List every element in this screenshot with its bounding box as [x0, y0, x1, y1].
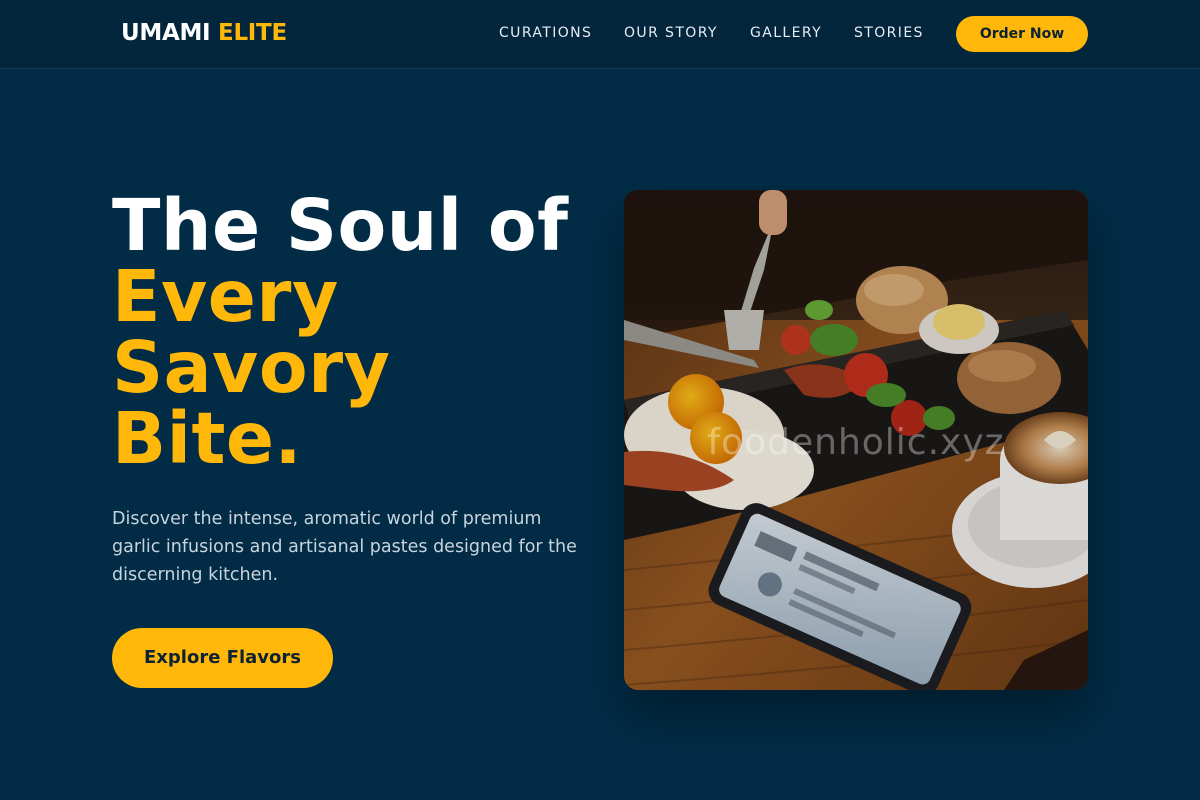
logo-text-primary: UMAMI — [121, 20, 211, 46]
hero-title-line-1: The Soul of — [112, 184, 569, 267]
navbar: UMAMI ELITE CURATIONS OUR STORY GALLERY … — [0, 0, 1200, 69]
hero-title-line-4: Bite. — [112, 397, 303, 480]
nav-link-gallery[interactable]: GALLERY — [750, 24, 822, 42]
hero-title-line-3: Savory — [112, 326, 391, 409]
logo-text-accent: ELITE — [218, 20, 287, 46]
nav-link-curations[interactable]: CURATIONS — [499, 24, 592, 42]
order-now-button[interactable]: Order Now — [956, 16, 1088, 52]
nav-link-stories[interactable]: STORIES — [854, 24, 924, 42]
logo[interactable]: UMAMI ELITE — [121, 18, 287, 48]
explore-flavors-button[interactable]: Explore Flavors — [112, 628, 333, 688]
hero-title-line-2: Every — [112, 255, 339, 338]
hero-title: The Soul of Every Savory Bite. — [112, 190, 592, 474]
image-watermark: foodenholic.xyz — [707, 422, 1005, 463]
hero-description: Discover the intense, aromatic world of … — [112, 509, 577, 585]
nav-link-our-story[interactable]: OUR STORY — [624, 24, 718, 42]
hero-food-photo: foodenholic.xyz — [624, 190, 1088, 690]
